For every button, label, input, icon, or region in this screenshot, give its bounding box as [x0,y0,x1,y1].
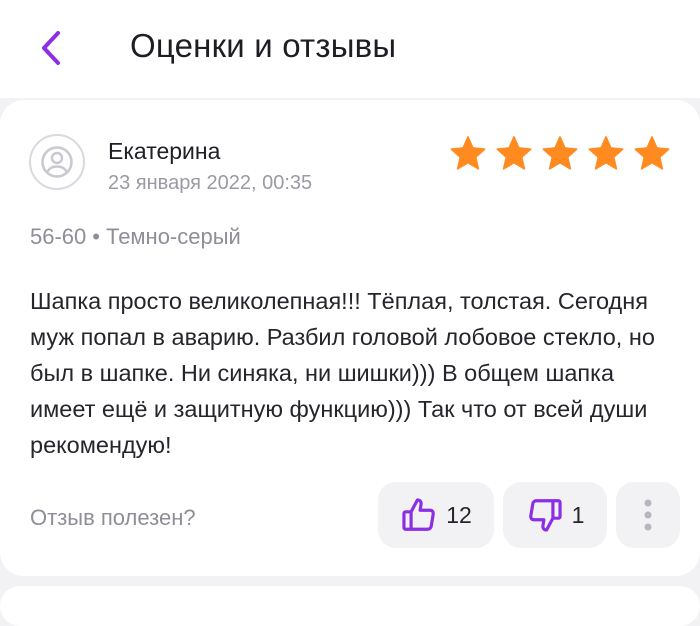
next-review-card [0,586,700,626]
review-author: Екатерина [108,138,221,164]
star-rating [448,134,672,174]
thumbs-up-icon [402,498,436,531]
like-count: 12 [446,501,472,528]
like-button[interactable]: 12 [378,482,494,548]
page-title: Оценки и отзывы [130,27,397,64]
more-options-button[interactable] [616,482,680,548]
helpful-label: Отзыв полезен? [30,505,196,530]
thumbs-down-icon [528,499,562,532]
star-icon [542,136,578,170]
back-button[interactable] [28,26,72,70]
chevron-left-icon [42,31,60,65]
variant-color: Темно-серый [105,224,241,249]
dislike-button[interactable]: 1 [503,482,607,548]
star-icon [450,136,486,170]
product-variant: 56-60 • Темно-серый [30,224,241,250]
variant-size: 56-60 [30,224,87,249]
avatar [29,134,85,190]
more-vertical-icon [644,499,652,531]
review-text: Шапка просто великолепная!!! Тёплая, тол… [30,288,655,458]
star-icon [634,136,670,170]
star-icon [588,136,624,170]
dislike-count: 1 [571,501,585,528]
star-icon [496,136,532,170]
user-icon [41,146,73,178]
review-date: 23 января 2022, 00:35 [108,172,313,194]
review-card: Екатерина 23 января 2022, 00:35 56-60 • Те… [0,100,700,576]
variant-separator: • [92,224,100,249]
app-header: Оценки и отзывы [0,0,700,98]
